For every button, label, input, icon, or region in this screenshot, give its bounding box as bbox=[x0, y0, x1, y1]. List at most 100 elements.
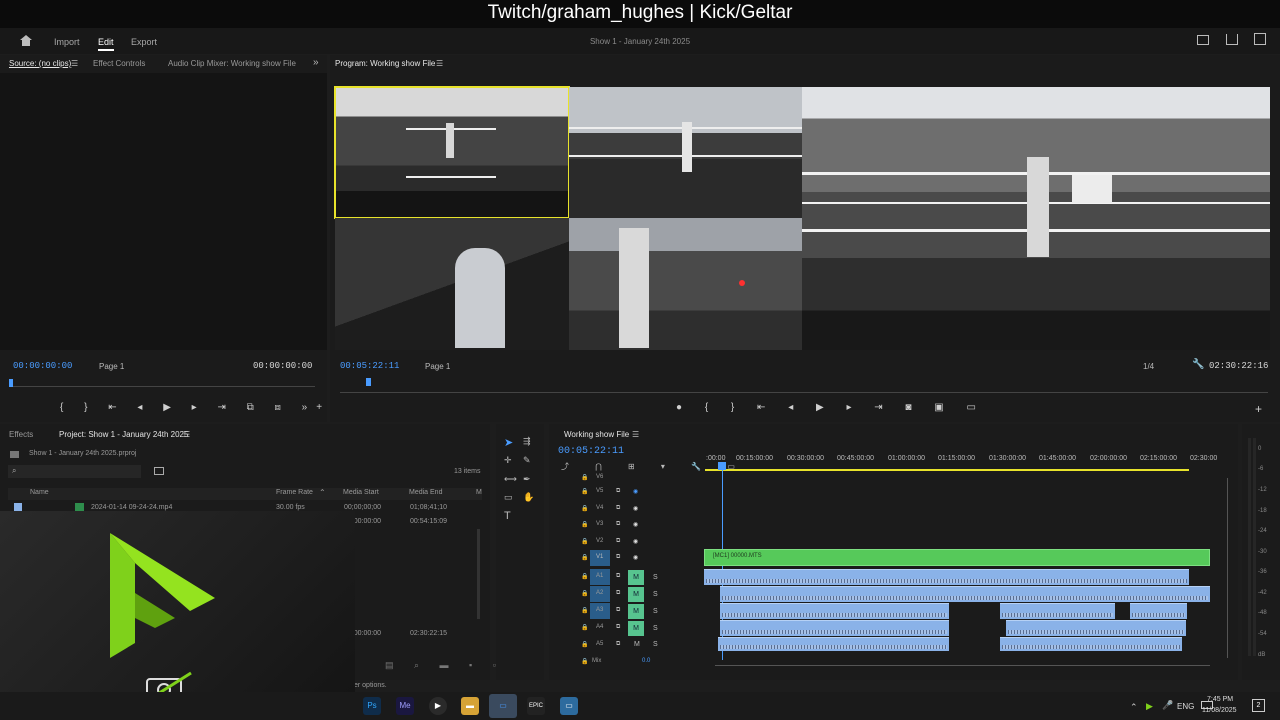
notification-badge[interactable]: 2 bbox=[1252, 699, 1265, 712]
solo-button-a5[interactable]: S bbox=[653, 641, 658, 648]
ripple-edit-icon[interactable]: ✛ bbox=[504, 455, 512, 466]
tab-export[interactable]: Export bbox=[131, 37, 157, 47]
track-label[interactable]: A1 bbox=[590, 569, 610, 585]
audio-clip[interactable] bbox=[720, 586, 1210, 602]
column-name[interactable]: Name bbox=[30, 489, 49, 496]
tab-audio-clip-mixer[interactable]: Audio Clip Mixer: Working show File bbox=[168, 59, 296, 68]
lock-icon[interactable]: 🔒 bbox=[581, 624, 588, 631]
program-playhead[interactable] bbox=[366, 378, 371, 386]
program-transport[interactable]: ● { } ⇤ ◂ ▶ ▸ ⇥ ◙ ▣ ▭ bbox=[676, 402, 986, 413]
tab-effects[interactable]: Effects bbox=[9, 430, 33, 439]
language-indicator[interactable]: ENG bbox=[1177, 702, 1194, 711]
slip-tool-icon[interactable]: ⟷ bbox=[504, 474, 517, 485]
source-scrubber[interactable] bbox=[10, 386, 315, 387]
mute-button-a3[interactable]: M bbox=[628, 604, 644, 619]
sync-icon[interactable]: ⧉ bbox=[616, 641, 620, 648]
lock-icon[interactable]: 🔒 bbox=[581, 474, 588, 481]
lock-icon[interactable]: 🔒 bbox=[581, 607, 588, 614]
source-timecode-in[interactable]: 00:00:00:00 bbox=[13, 361, 72, 371]
camera-angle-2[interactable] bbox=[569, 87, 802, 218]
track-select-icon[interactable]: ⇶ bbox=[523, 436, 531, 447]
program-panel-title[interactable]: Program: Working show File bbox=[335, 59, 435, 68]
chevron-up-icon[interactable]: ⌃ bbox=[1130, 702, 1138, 713]
timeline-playhead-handle[interactable] bbox=[718, 462, 726, 470]
track-label[interactable]: A3 bbox=[590, 603, 610, 619]
home-icon[interactable] bbox=[20, 35, 32, 46]
sync-icon[interactable]: ⧉ bbox=[616, 624, 620, 631]
project-menu-icon[interactable]: ☰ bbox=[183, 430, 190, 439]
epic-games-icon[interactable]: EPIC bbox=[527, 697, 545, 715]
sync-icon[interactable]: ⧉ bbox=[616, 590, 620, 597]
pen-tool-icon[interactable]: ✒ bbox=[523, 474, 531, 485]
program-menu-icon[interactable]: ☰ bbox=[436, 59, 443, 68]
sort-icon[interactable]: ⌃ bbox=[319, 488, 326, 497]
rectangle-tool-icon[interactable]: ▭ bbox=[504, 492, 513, 503]
eye-icon[interactable]: ◉ bbox=[633, 521, 638, 528]
lock-icon[interactable]: 🔒 bbox=[581, 521, 588, 528]
microphone-icon[interactable]: 🎤 bbox=[1162, 700, 1173, 711]
audio-clip[interactable] bbox=[704, 569, 1189, 585]
media-encoder-icon[interactable]: Me bbox=[396, 697, 414, 715]
track-header-v1[interactable]: 🔒 V1 ⧉ ◉ bbox=[560, 550, 700, 566]
mute-button-a4[interactable]: M bbox=[628, 621, 644, 636]
mute-button-a1[interactable]: M bbox=[628, 570, 644, 585]
lock-icon[interactable]: 🔒 bbox=[581, 658, 588, 665]
solo-button-a3[interactable]: S bbox=[653, 608, 658, 615]
track-header-v3[interactable]: 🔒 V3 ⧉ ◉ bbox=[560, 517, 700, 533]
program-timecode[interactable]: 00:05:22:11 bbox=[340, 361, 399, 371]
track-header-a5[interactable]: 🔒 A5 ⧉ bbox=[560, 637, 700, 653]
solo-button-a1[interactable]: S bbox=[653, 574, 658, 581]
camera-angle-1[interactable] bbox=[334, 86, 570, 219]
lock-icon[interactable]: 🔒 bbox=[581, 505, 588, 512]
eye-icon[interactable]: ◉ bbox=[633, 505, 638, 512]
camera-angle-3[interactable] bbox=[335, 218, 569, 350]
column-frame-rate[interactable]: Frame Rate bbox=[276, 489, 313, 496]
timeline-vertical-scrollbar[interactable] bbox=[1227, 478, 1228, 658]
tab-effect-controls[interactable]: Effect Controls bbox=[93, 59, 145, 68]
media-player-icon[interactable]: ▶ bbox=[429, 697, 447, 715]
sync-icon[interactable]: ⧉ bbox=[616, 573, 620, 580]
work-area-bar[interactable] bbox=[705, 469, 1189, 471]
eye-icon[interactable]: ◉ bbox=[633, 554, 638, 561]
timeline-timecode[interactable]: 00:05:22:11 bbox=[558, 446, 624, 457]
razor-tool-icon[interactable]: ✎ bbox=[523, 455, 531, 466]
mix-value[interactable]: 0.0 bbox=[642, 658, 650, 664]
sync-icon[interactable]: ⧉ bbox=[616, 521, 620, 528]
sync-icon[interactable]: ⧉ bbox=[616, 607, 620, 614]
source-playhead[interactable] bbox=[9, 379, 13, 387]
audio-clip[interactable] bbox=[720, 620, 949, 636]
track-header-v4[interactable]: 🔒 V4 ⧉ ◉ bbox=[560, 501, 700, 517]
selection-tool-icon[interactable]: ➤ bbox=[504, 436, 513, 449]
lock-icon[interactable]: 🔒 bbox=[581, 641, 588, 648]
sync-icon[interactable]: ⧉ bbox=[616, 488, 620, 495]
source-transport[interactable]: { } ⇤ ◂ ▶ ▸ ⇥ ⧉ ⧈ »+ bbox=[60, 402, 331, 413]
timeline-horizontal-scrollbar[interactable] bbox=[715, 665, 1210, 666]
program-page[interactable]: Page 1 bbox=[425, 362, 450, 371]
audio-clip[interactable] bbox=[720, 603, 949, 619]
clock-time[interactable]: 7:45 PM bbox=[1207, 696, 1233, 703]
lock-icon[interactable]: 🔒 bbox=[581, 573, 588, 580]
track-header-v5[interactable]: 🔒 V5 ⧉ ◉ bbox=[560, 484, 700, 500]
audio-clip[interactable] bbox=[1130, 603, 1187, 619]
type-tool-icon[interactable]: T bbox=[504, 510, 511, 522]
sequence-tab[interactable]: Working show File bbox=[564, 430, 629, 439]
eye-icon[interactable]: ◉ bbox=[633, 488, 638, 495]
solo-button-a2[interactable]: S bbox=[653, 591, 658, 598]
tab-project[interactable]: Project: Show 1 - January 24th 2025 bbox=[59, 430, 188, 439]
premiere-icon[interactable]: ▭ bbox=[489, 694, 517, 718]
column-media-end[interactable]: Media End bbox=[409, 489, 442, 496]
mute-button-a5[interactable]: M bbox=[634, 641, 640, 648]
hand-tool-icon[interactable]: ✋ bbox=[523, 492, 534, 503]
column-media-start[interactable]: Media Start bbox=[343, 489, 379, 496]
add-button-icon[interactable]: + bbox=[1255, 402, 1262, 416]
lock-icon[interactable]: 🔒 bbox=[581, 488, 588, 495]
column-m[interactable]: M bbox=[476, 489, 482, 496]
solo-button-a4[interactable]: S bbox=[653, 625, 658, 632]
video-clip[interactable]: [MC1] 00000.MTS bbox=[704, 549, 1210, 566]
track-label[interactable]: A2 bbox=[590, 586, 610, 602]
menu-icon[interactable]: ☰ bbox=[71, 59, 78, 68]
audio-clip[interactable] bbox=[718, 637, 949, 651]
program-zoom-select[interactable]: 1/4 bbox=[1143, 362, 1154, 371]
streaming-icon[interactable]: ▶ bbox=[1146, 701, 1153, 712]
photoshop-icon[interactable]: Ps bbox=[363, 697, 381, 715]
